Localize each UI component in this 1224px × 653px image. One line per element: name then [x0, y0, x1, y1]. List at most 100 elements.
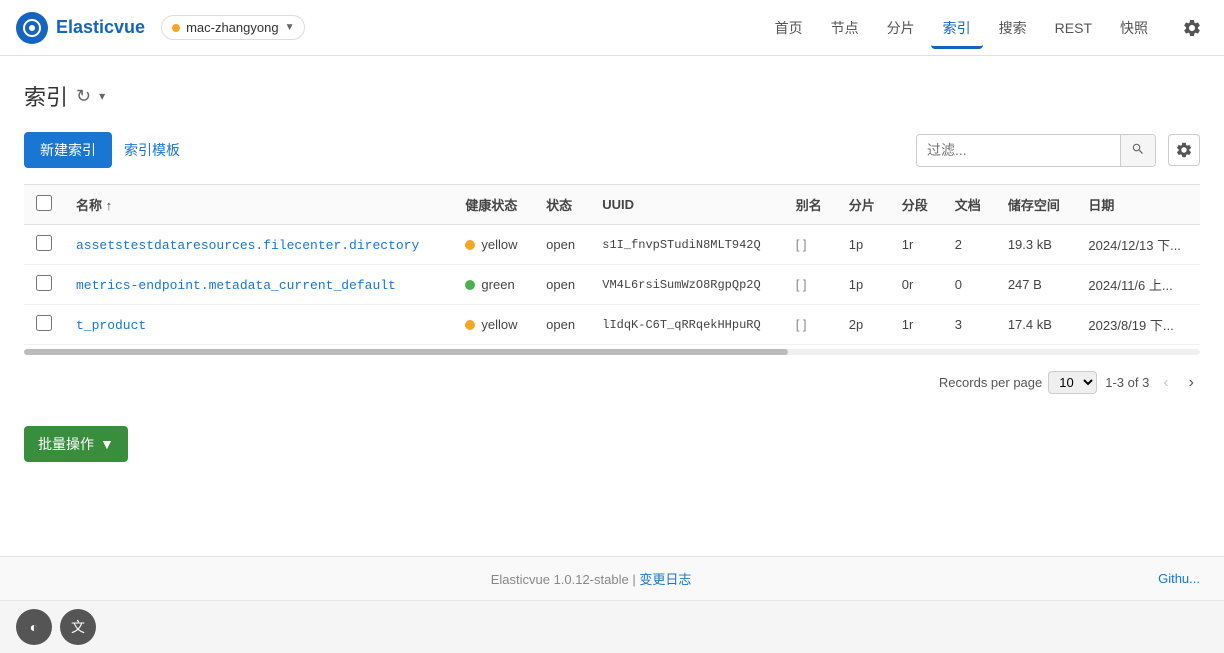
footer-right: Githu...: [1158, 571, 1200, 586]
language-button[interactable]: 文: [60, 609, 96, 645]
cluster-selector[interactable]: mac-zhangyong ▼: [161, 15, 305, 40]
index-name-link[interactable]: t_product: [76, 318, 146, 333]
filter-input[interactable]: [917, 135, 1120, 165]
theme-icon: ◐: [30, 619, 38, 635]
select-all-checkbox[interactable]: [36, 195, 52, 211]
row-uuid: VM4L6rsiSumWzO8RgpQp2Q: [590, 265, 783, 305]
th-shards[interactable]: 分片: [837, 185, 890, 225]
nav-nodes[interactable]: 节点: [819, 10, 871, 49]
row-checkbox[interactable]: [36, 315, 52, 331]
filter-search-button[interactable]: [1120, 135, 1155, 166]
bulk-actions-button[interactable]: 批量操作 ▼: [24, 426, 128, 462]
cluster-status-dot: [172, 24, 180, 32]
health-label: yellow: [481, 317, 517, 332]
page-title: 索引: [24, 80, 68, 112]
row-date: 2024/12/13 下...: [1076, 225, 1200, 265]
app-logo[interactable]: Elasticvue: [16, 12, 145, 44]
nav-indices[interactable]: 索引: [931, 10, 983, 49]
row-segments: 0r: [890, 265, 943, 305]
index-template-link[interactable]: 索引模板: [124, 140, 180, 160]
toolbar-row: 新建索引 索引模板: [24, 132, 1200, 168]
row-uuid: s1I_fnvpSTudiN8MLT942Q: [590, 225, 783, 265]
health-label: green: [481, 277, 514, 292]
th-checkbox: [24, 185, 64, 225]
pagination-row: Records per page 10 25 50 1-3 of 3 ‹ ›: [24, 363, 1200, 410]
row-health: green: [453, 265, 534, 305]
new-index-button[interactable]: 新建索引: [24, 132, 112, 168]
cluster-name: mac-zhangyong: [186, 20, 279, 35]
row-shards: 1p: [837, 265, 890, 305]
row-status: open: [534, 265, 590, 305]
settings-button[interactable]: [1176, 12, 1208, 44]
app-name: Elasticvue: [56, 17, 145, 38]
bulk-actions-row: 批量操作 ▼: [24, 410, 1200, 470]
row-docs: 0: [943, 265, 996, 305]
th-docs[interactable]: 文档: [943, 185, 996, 225]
row-name: metrics-endpoint.metadata_current_defaul…: [64, 265, 453, 305]
table-row: t_product yellow open lIdqK-C6T_qRRqekHH…: [24, 305, 1200, 345]
row-uuid: lIdqK-C6T_qRRqekHHpuRQ: [590, 305, 783, 345]
th-uuid[interactable]: UUID: [590, 185, 783, 225]
row-storage: 247 B: [996, 265, 1077, 305]
nav-home[interactable]: 首页: [763, 10, 815, 49]
row-health: yellow: [453, 225, 534, 265]
header: Elasticvue mac-zhangyong ▼ 首页 节点 分片 索引 搜…: [0, 0, 1224, 56]
row-name: t_product: [64, 305, 453, 345]
row-alias: [ ]: [784, 305, 837, 345]
th-storage[interactable]: 储存空间: [996, 185, 1077, 225]
changelog-link[interactable]: 变更日志: [639, 572, 691, 587]
per-page-select[interactable]: 10 25 50: [1048, 371, 1097, 394]
th-segments[interactable]: 分段: [890, 185, 943, 225]
row-segments: 1r: [890, 225, 943, 265]
row-status: open: [534, 225, 590, 265]
main-content: 索引 ↻ ▾ 新建索引 索引模板: [0, 56, 1224, 556]
row-name: assetstestdataresources.filecenter.direc…: [64, 225, 453, 265]
bulk-dropdown-icon: ▼: [100, 436, 114, 452]
footer-center: Elasticvue 1.0.12-stable | 变更日志: [24, 569, 1158, 588]
th-date[interactable]: 日期: [1076, 185, 1200, 225]
table-header: 名称 ↑ 健康状态 状态 UUID 别名 分片 分段 文档 储存空间 日期: [24, 185, 1200, 225]
logo-icon: [16, 12, 48, 44]
bulk-actions-label: 批量操作: [38, 434, 94, 454]
row-storage: 19.3 kB: [996, 225, 1077, 265]
th-status[interactable]: 状态: [534, 185, 590, 225]
row-date: 2023/8/19 下...: [1076, 305, 1200, 345]
row-alias: [ ]: [784, 265, 837, 305]
nav-snapshots[interactable]: 快照: [1108, 10, 1160, 49]
github-link[interactable]: Githu...: [1158, 571, 1200, 586]
nav-shards[interactable]: 分片: [875, 10, 927, 49]
horizontal-scrollbar[interactable]: [24, 349, 1200, 355]
index-name-link[interactable]: metrics-endpoint.metadata_current_defaul…: [76, 278, 396, 293]
th-health[interactable]: 健康状态: [453, 185, 534, 225]
lang-icon: 文: [71, 617, 85, 637]
next-page-button[interactable]: ›: [1183, 372, 1200, 394]
theme-toggle-button[interactable]: ◐: [16, 609, 52, 645]
row-checkbox[interactable]: [36, 235, 52, 251]
footer: Elasticvue 1.0.12-stable | 变更日志 Githu...: [0, 556, 1224, 600]
row-checkbox-cell: [24, 265, 64, 305]
table-body: assetstestdataresources.filecenter.direc…: [24, 225, 1200, 345]
health-dot: [465, 320, 475, 330]
refresh-icon[interactable]: ↻: [76, 86, 91, 107]
health-label: yellow: [481, 237, 517, 252]
row-segments: 1r: [890, 305, 943, 345]
row-shards: 2p: [837, 305, 890, 345]
page-title-row: 索引 ↻ ▾: [24, 80, 1200, 112]
row-shards: 1p: [837, 225, 890, 265]
prev-page-button[interactable]: ‹: [1157, 372, 1174, 394]
title-dropdown-icon[interactable]: ▾: [99, 89, 105, 103]
pagination-info: 1-3 of 3: [1105, 375, 1149, 390]
table-row: assetstestdataresources.filecenter.direc…: [24, 225, 1200, 265]
health-dot: [465, 240, 475, 250]
nav-search[interactable]: 搜索: [987, 10, 1039, 49]
health-dot: [465, 280, 475, 290]
th-alias[interactable]: 别名: [784, 185, 837, 225]
row-checkbox[interactable]: [36, 275, 52, 291]
scroll-thumb[interactable]: [24, 349, 788, 355]
filter-input-wrapper: [916, 134, 1156, 167]
table-settings-icon[interactable]: [1168, 134, 1200, 166]
nav-rest[interactable]: REST: [1043, 12, 1104, 47]
cluster-chevron-icon: ▼: [285, 22, 295, 33]
th-name[interactable]: 名称 ↑: [64, 185, 453, 225]
index-name-link[interactable]: assetstestdataresources.filecenter.direc…: [76, 238, 419, 253]
